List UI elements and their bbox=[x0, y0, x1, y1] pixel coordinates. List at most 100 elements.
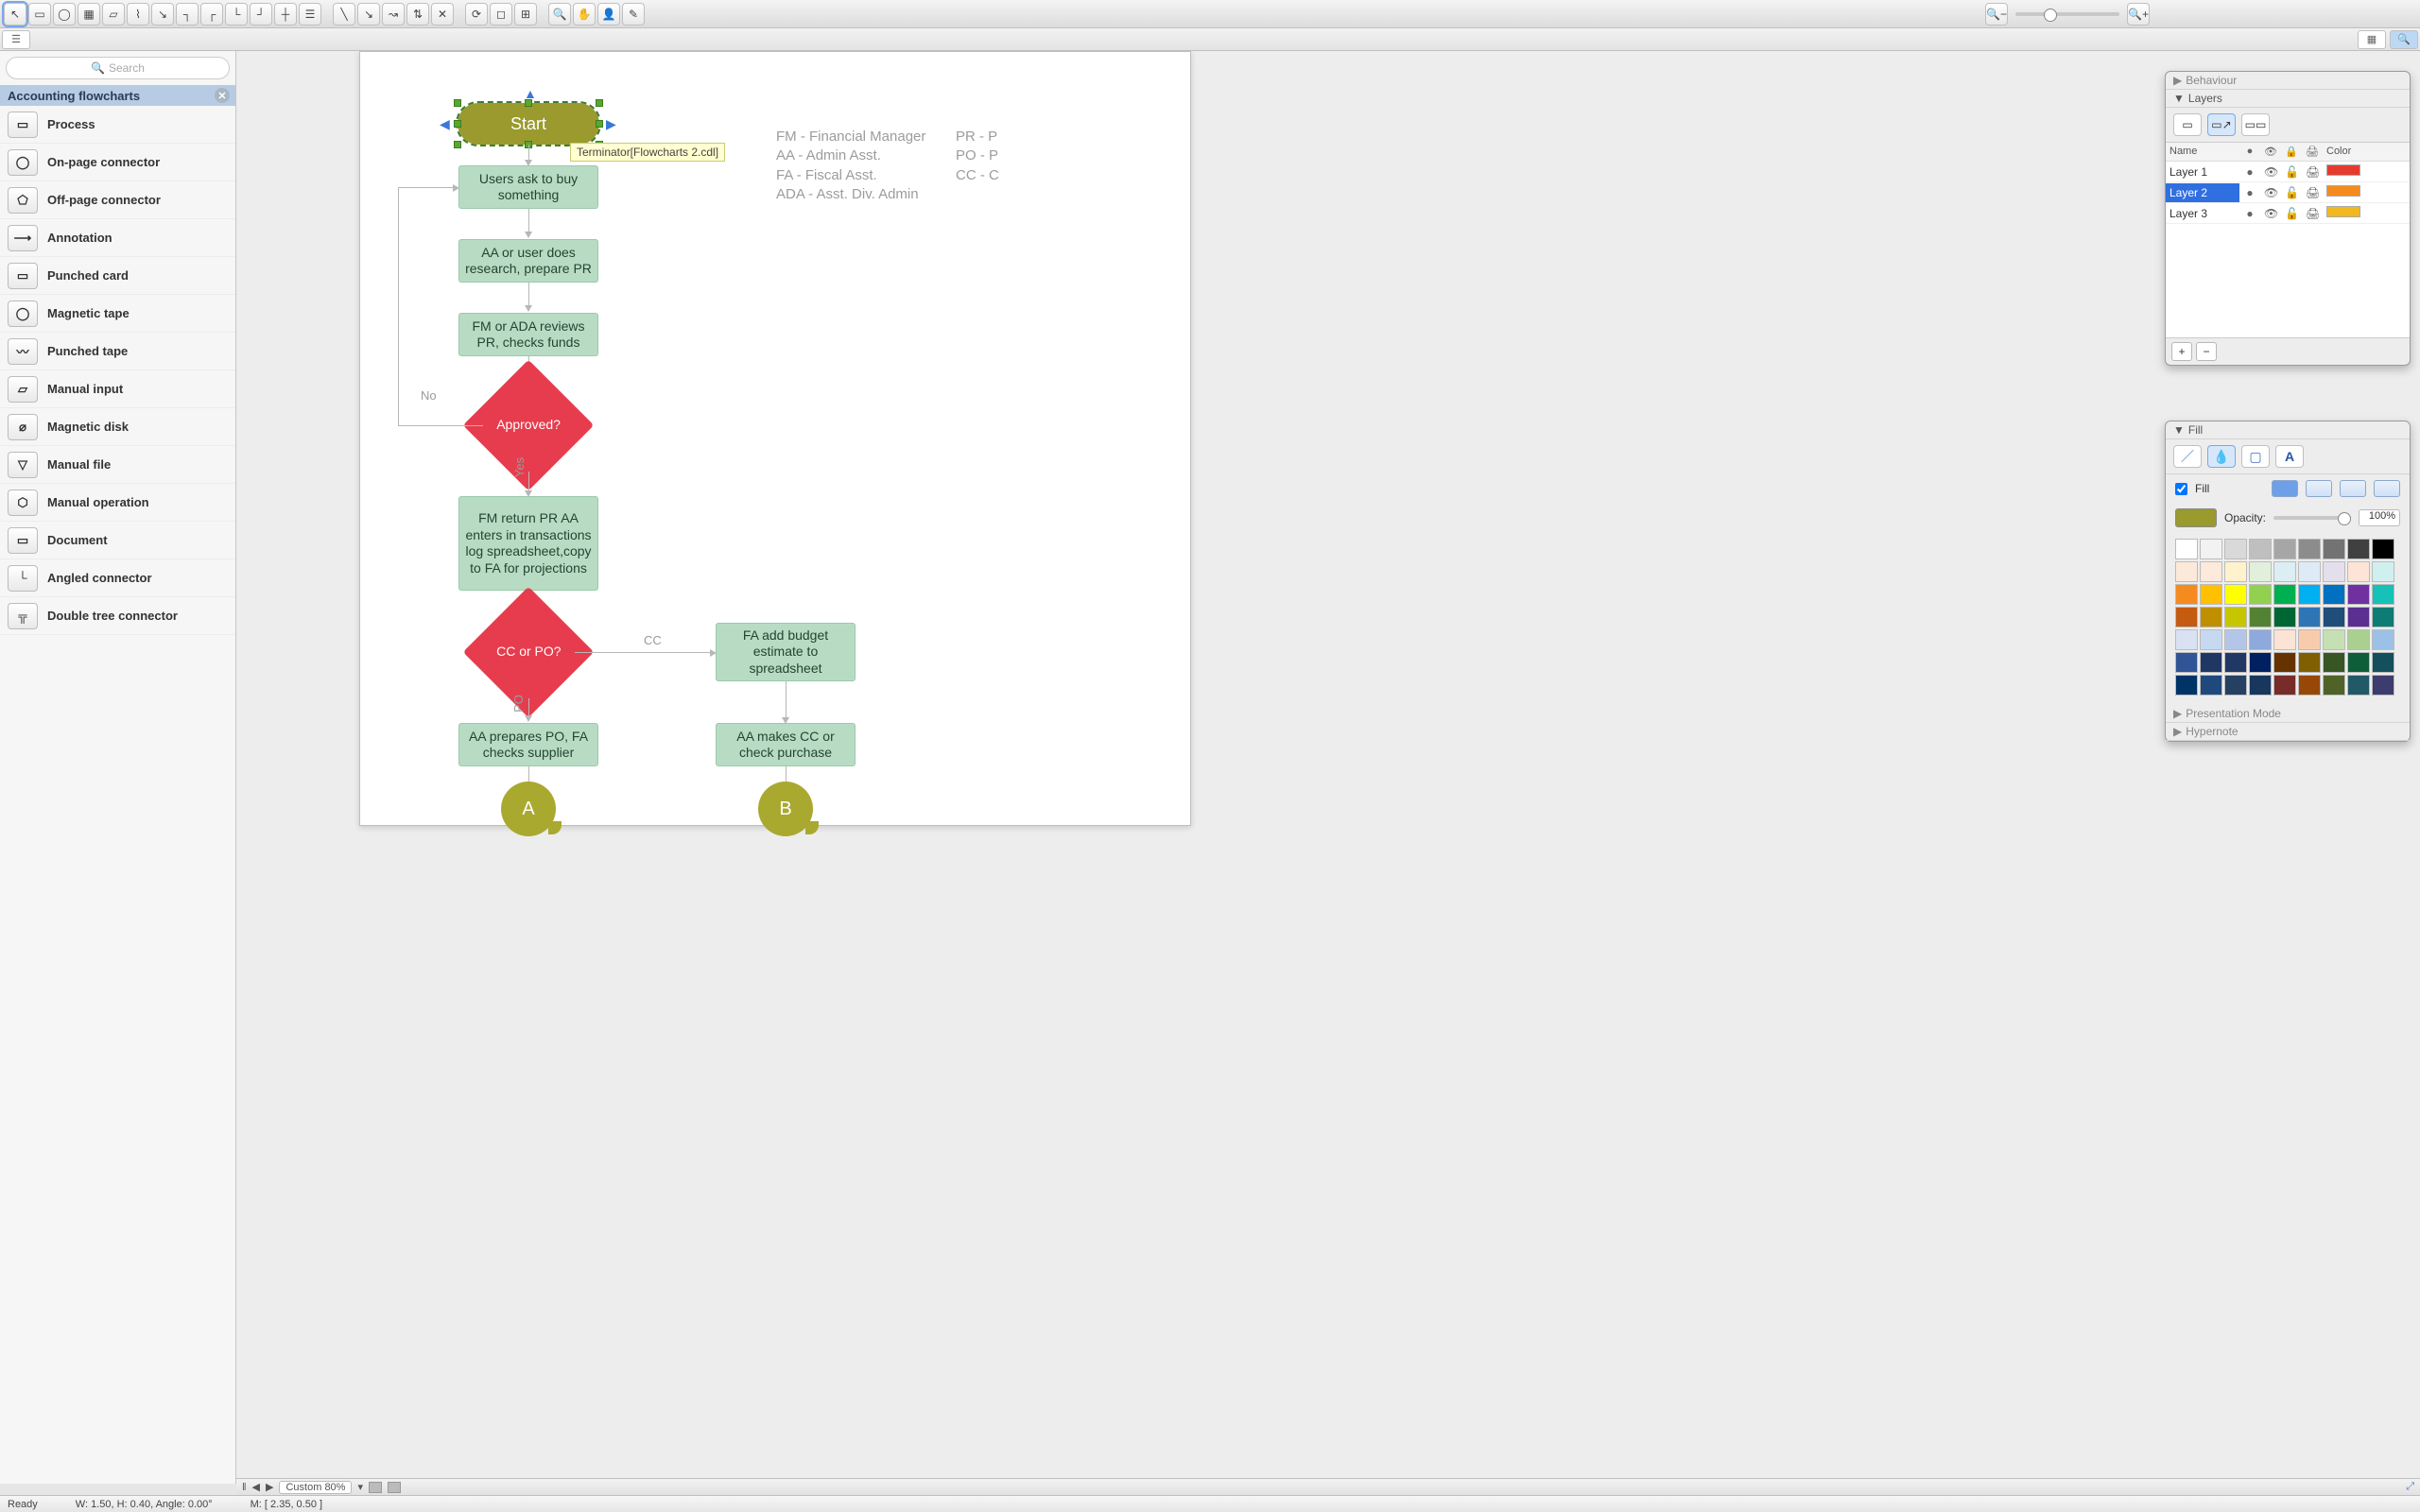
palette-swatch[interactable] bbox=[2347, 675, 2370, 696]
palette-swatch[interactable] bbox=[2347, 607, 2370, 627]
tool-box[interactable]: ◻ bbox=[490, 3, 512, 26]
fill-gradient-button[interactable] bbox=[2306, 480, 2332, 497]
library-item[interactable]: ◯ On-page connector bbox=[0, 144, 235, 181]
tab-stroke-icon[interactable]: ／ bbox=[2173, 445, 2202, 468]
tab-shadow-icon[interactable]: ▢ bbox=[2241, 445, 2270, 468]
layer-color[interactable] bbox=[2323, 203, 2364, 223]
layer-active-icon[interactable]: ● bbox=[2239, 163, 2260, 181]
palette-swatch[interactable] bbox=[2249, 629, 2272, 650]
library-item[interactable]: ▱ Manual input bbox=[0, 370, 235, 408]
layer-visible-icon[interactable]: 👁 bbox=[2260, 204, 2281, 223]
tool-arrow[interactable]: ↘ bbox=[357, 3, 380, 26]
fill-solid-button[interactable] bbox=[2272, 480, 2298, 497]
layer-color[interactable] bbox=[2323, 182, 2364, 202]
tool-line[interactable]: ╲ bbox=[333, 3, 355, 26]
layer-active-icon[interactable]: ● bbox=[2239, 204, 2260, 223]
zoom-level[interactable]: Custom 80% bbox=[279, 1481, 352, 1494]
layer-add-button[interactable]: + bbox=[2171, 342, 2192, 361]
search-input[interactable]: 🔍 Search bbox=[6, 57, 230, 79]
layer-active-icon[interactable]: ● bbox=[2239, 183, 2260, 202]
tool-connector-3[interactable]: ┌ bbox=[200, 3, 223, 26]
palette-swatch[interactable] bbox=[2249, 675, 2272, 696]
page-thumb-2[interactable] bbox=[388, 1482, 401, 1493]
page-pause-icon[interactable]: ‖ bbox=[242, 1482, 247, 1493]
palette-swatch[interactable] bbox=[2200, 584, 2222, 605]
tool-connector-5[interactable]: ┘ bbox=[250, 3, 272, 26]
node-review[interactable]: FM or ADA reviews PR, checks funds bbox=[458, 313, 598, 356]
palette-swatch[interactable] bbox=[2175, 629, 2198, 650]
palette-swatch[interactable] bbox=[2224, 539, 2247, 559]
library-tree-button[interactable]: ☰ bbox=[2, 30, 30, 49]
tool-curve[interactable]: ⌇ bbox=[127, 3, 149, 26]
col-color[interactable]: Color bbox=[2323, 143, 2364, 161]
palette-swatch[interactable] bbox=[2273, 561, 2296, 582]
palette-swatch[interactable] bbox=[2323, 629, 2345, 650]
palette-swatch[interactable] bbox=[2249, 561, 2272, 582]
page-thumb-1[interactable] bbox=[369, 1482, 382, 1493]
palette-swatch[interactable] bbox=[2273, 675, 2296, 696]
palette-swatch[interactable] bbox=[2175, 675, 2198, 696]
palette-swatch[interactable] bbox=[2323, 561, 2345, 582]
layer-remove-button[interactable]: − bbox=[2196, 342, 2217, 361]
palette-swatch[interactable] bbox=[2298, 584, 2321, 605]
node-transactions[interactable]: FM return PR AA enters in transactions l… bbox=[458, 496, 598, 591]
palette-swatch[interactable] bbox=[2372, 539, 2394, 559]
sel-arrow-right-icon[interactable]: ▶ bbox=[606, 116, 616, 132]
tool-close[interactable]: ✕ bbox=[431, 3, 454, 26]
palette-swatch[interactable] bbox=[2298, 607, 2321, 627]
palette-swatch[interactable] bbox=[2175, 561, 2198, 582]
fill-image-button[interactable] bbox=[2374, 480, 2400, 497]
tool-zoom[interactable]: 🔍 bbox=[548, 3, 571, 26]
library-item[interactable]: ⌀ Magnetic disk bbox=[0, 408, 235, 446]
canvas[interactable]: Start ◀ ▶ ▲ Terminator[Flowcharts 2.cdl]… bbox=[236, 51, 2420, 1484]
layers-mode-2[interactable]: ▭↗ bbox=[2207, 113, 2236, 136]
palette-swatch[interactable] bbox=[2200, 607, 2222, 627]
library-close-icon[interactable]: ✕ bbox=[215, 88, 230, 103]
layer-print-icon[interactable]: 🖨 bbox=[2302, 163, 2323, 181]
library-item[interactable]: ▭ Document bbox=[0, 522, 235, 559]
layer-row[interactable]: Layer 2 ● 👁 🔓 🖨 bbox=[2166, 182, 2410, 203]
tool-parallelogram[interactable]: ▱ bbox=[102, 3, 125, 26]
zoom-in-button[interactable]: 🔍+ bbox=[2127, 3, 2150, 26]
palette-swatch[interactable] bbox=[2273, 607, 2296, 627]
zoom-out-button[interactable]: 🔍− bbox=[1985, 3, 2008, 26]
palette-swatch[interactable] bbox=[2200, 652, 2222, 673]
layer-visible-icon[interactable]: 👁 bbox=[2260, 183, 2281, 202]
tool-connector-1[interactable]: ↘ bbox=[151, 3, 174, 26]
tool-ellipse[interactable]: ◯ bbox=[53, 3, 76, 26]
palette-swatch[interactable] bbox=[2249, 652, 2272, 673]
palette-swatch[interactable] bbox=[2249, 539, 2272, 559]
palette-swatch[interactable] bbox=[2323, 607, 2345, 627]
palette-swatch[interactable] bbox=[2175, 584, 2198, 605]
layer-visible-icon[interactable]: 👁 bbox=[2260, 163, 2281, 181]
node-users-ask[interactable]: Users ask to buy something bbox=[458, 165, 598, 209]
palette-swatch[interactable] bbox=[2224, 629, 2247, 650]
library-item[interactable]: 〰 Punched tape bbox=[0, 333, 235, 370]
opacity-value[interactable]: 100% bbox=[2359, 509, 2400, 526]
palette-swatch[interactable] bbox=[2200, 539, 2222, 559]
palette-swatch[interactable] bbox=[2273, 629, 2296, 650]
palette-swatch[interactable] bbox=[2323, 584, 2345, 605]
palette-swatch[interactable] bbox=[2273, 584, 2296, 605]
palette-swatch[interactable] bbox=[2249, 607, 2272, 627]
palette-swatch[interactable] bbox=[2249, 584, 2272, 605]
fill-color-swatch[interactable] bbox=[2175, 508, 2217, 527]
page-prev-icon[interactable]: ◀ bbox=[252, 1481, 260, 1493]
connector-a[interactable]: A bbox=[501, 782, 556, 836]
zoom-slider[interactable] bbox=[2015, 12, 2119, 16]
palette-swatch[interactable] bbox=[2372, 629, 2394, 650]
palette-swatch[interactable] bbox=[2224, 561, 2247, 582]
node-fa-budget[interactable]: FA add budget estimate to spreadsheet bbox=[716, 623, 856, 681]
layer-row[interactable]: Layer 3 ● 👁 🔓 🖨 bbox=[2166, 203, 2410, 224]
palette-swatch[interactable] bbox=[2347, 539, 2370, 559]
tool-rotate[interactable]: ⟳ bbox=[465, 3, 488, 26]
palette-swatch[interactable] bbox=[2298, 629, 2321, 650]
library-item[interactable]: ⬠ Off-page connector bbox=[0, 181, 235, 219]
tool-connector-4[interactable]: └ bbox=[225, 3, 248, 26]
presentation-section[interactable]: ▶Presentation Mode bbox=[2166, 705, 2410, 723]
layers-mode-1[interactable]: ▭ bbox=[2173, 113, 2202, 136]
fill-pattern-button[interactable] bbox=[2340, 480, 2366, 497]
tool-hand[interactable]: ✋ bbox=[573, 3, 596, 26]
palette-swatch[interactable] bbox=[2372, 652, 2394, 673]
library-search-button[interactable]: 🔍 bbox=[2390, 30, 2418, 49]
